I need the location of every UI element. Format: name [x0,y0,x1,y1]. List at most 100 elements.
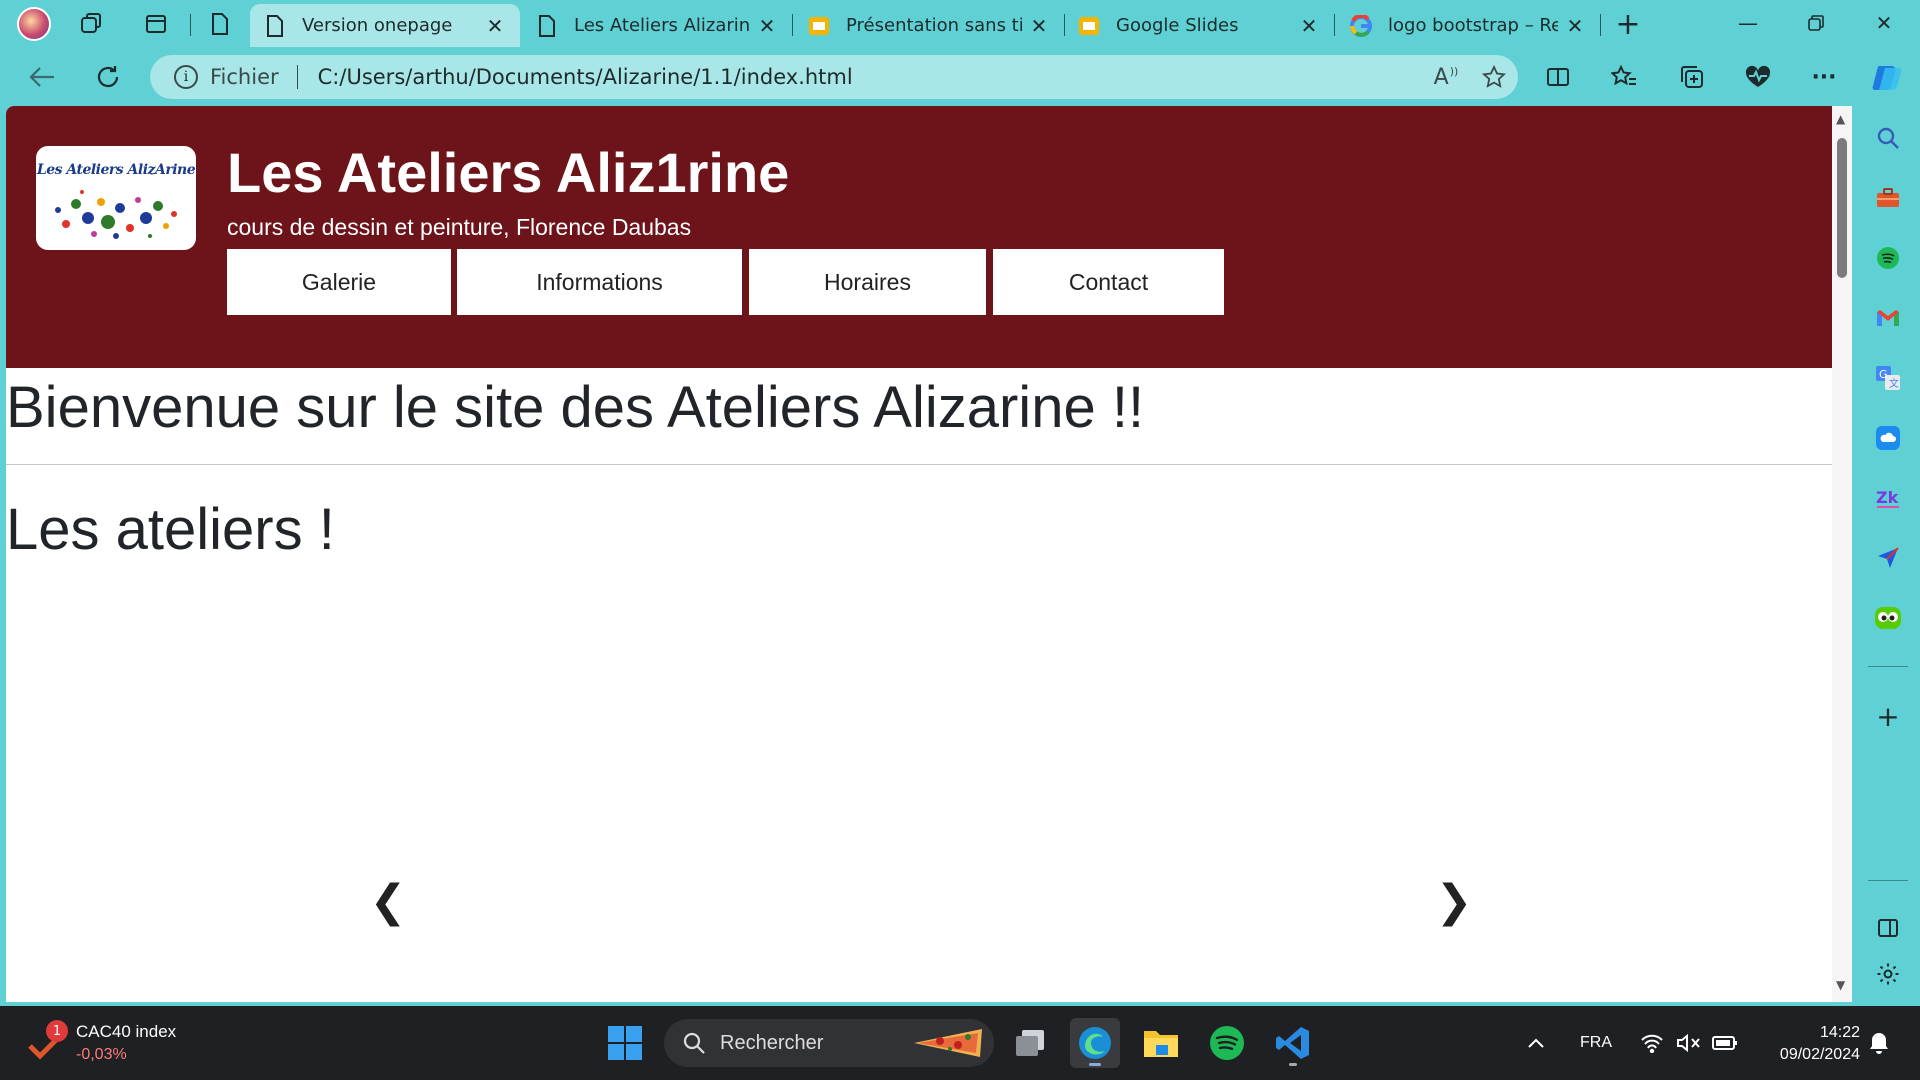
back-icon[interactable] [20,57,64,97]
svg-text:G: G [1879,368,1888,381]
page-scrollbar[interactable]: ▲ ▼ [1832,106,1852,1002]
site-subtitle: cours de dessin et peinture, Florence Da… [227,214,692,240]
tab-title: Google Slides [1116,15,1239,36]
folder-icon [1144,1031,1178,1057]
taskbar-search[interactable]: Rechercher [664,1019,994,1067]
google-icon [1350,14,1372,37]
tab-logo-bootstrap[interactable]: logo bootstrap – Recherche ✕ [1336,4,1600,47]
close-tab-icon[interactable]: ✕ [484,14,506,38]
widget-name: CAC40 index [76,1022,177,1041]
tab-version-onepage[interactable]: Version onepage ✕ [250,4,520,47]
collections-icon[interactable] [1670,57,1714,97]
tab-presentation[interactable]: Présentation sans titre ✕ [794,4,1064,47]
tab-actions-icon[interactable] [136,6,176,42]
close-tab-icon[interactable]: ✕ [756,14,778,38]
spotify-icon[interactable] [1874,244,1902,272]
more-menu-icon[interactable]: ··· [1802,57,1846,97]
tab-title: Version onepage [302,15,453,36]
favorite-star-icon[interactable] [1470,57,1518,97]
file-explorer-button[interactable] [1136,1018,1186,1068]
vscode-taskbar-button[interactable] [1268,1018,1318,1068]
show-hidden-icons-icon[interactable] [1526,1006,1546,1080]
task-view-icon [1016,1030,1044,1056]
favorites-icon[interactable] [1602,57,1646,97]
divider [6,464,1832,465]
address-bar[interactable]: i Fichier C:/Users/arthu/Documents/Aliza… [150,55,1518,99]
cloud-icon[interactable] [1874,424,1902,452]
read-aloud-icon[interactable]: A)) [1422,57,1470,97]
address-url[interactable]: C:/Users/arthu/Documents/Alizarine/1.1/i… [318,65,1422,89]
windows-taskbar: 1 CAC40 index -0,03% Rechercher FRA 14:2… [0,1006,1920,1080]
translate-icon[interactable]: G文 [1874,364,1902,392]
search-icon[interactable] [1874,124,1902,152]
address-scheme: Fichier [210,65,279,89]
taskbar-clock[interactable]: 14:22 09/02/2024 [1760,1022,1860,1066]
settings-gear-icon[interactable] [1874,960,1902,988]
toolbox-icon[interactable] [1874,184,1902,212]
widget-value: -0,03% [76,1046,127,1063]
notification-badge: 1 [46,1020,68,1042]
scroll-down-icon[interactable]: ▼ [1836,978,1845,992]
minimize-icon[interactable]: — [1714,0,1782,46]
nav-horaires[interactable]: Horaires [749,249,986,315]
close-tab-icon[interactable]: ✕ [1028,14,1050,38]
page-viewport: Les Ateliers AlizArine Les Ateliers Aliz… [6,106,1852,1002]
scroll-up-icon[interactable]: ▲ [1836,112,1845,126]
add-icon[interactable]: + [1874,700,1902,733]
battery-icon[interactable] [1712,1006,1738,1080]
tab-les-ateliers[interactable]: Les Ateliers Alizarine ✕ [522,4,792,47]
task-view-button[interactable] [1006,1018,1056,1068]
tab-title: logo bootstrap – Recherche [1388,15,1558,36]
site-logo[interactable]: Les Ateliers AlizArine [36,146,196,250]
edge-sidebar: G文 Zk + [1856,106,1920,1006]
windows-icon [608,1026,642,1060]
app-icon[interactable]: Zk [1874,484,1902,512]
svg-text:文: 文 [1889,377,1899,390]
tab-title: Les Ateliers Alizarine [574,15,750,36]
nav-galerie[interactable]: Galerie [227,249,451,315]
start-button[interactable] [600,1018,650,1068]
page-heading: Bienvenue sur le site des Ateliers Aliza… [6,375,1145,440]
profile-avatar[interactable] [14,6,54,42]
browser-essentials-icon[interactable] [1736,57,1780,97]
edge-taskbar-button[interactable] [1070,1018,1120,1068]
spotify-taskbar-button[interactable] [1202,1018,1252,1068]
close-tab-icon[interactable]: ✕ [1298,14,1320,38]
close-window-icon[interactable]: ✕ [1850,0,1918,46]
tab-google-slides[interactable]: Google Slides ✕ [1064,4,1334,47]
section-title: Les ateliers ! [6,497,335,562]
nav-informations[interactable]: Informations [457,249,742,315]
restore-icon[interactable] [1782,0,1850,46]
logo-text: Les Ateliers AlizArine [36,162,196,178]
site-header: Les Ateliers AlizArine Les Ateliers Aliz… [6,106,1832,368]
svg-text:Zk: Zk [1876,488,1899,507]
language-indicator[interactable]: FRA [1580,1006,1612,1080]
page-icon [536,14,558,37]
nav-contact[interactable]: Contact [993,249,1224,315]
notifications-bell-icon[interactable] [1868,1006,1890,1080]
vertical-tabs-icon[interactable] [200,6,240,42]
duolingo-icon[interactable] [1874,604,1902,632]
stock-widget[interactable]: 1 CAC40 index -0,03% [28,1020,248,1068]
paint-splash-icon [55,190,177,239]
info-icon[interactable]: i [174,65,198,89]
spotify-icon [1210,1026,1244,1060]
scroll-thumb[interactable] [1837,138,1847,278]
wifi-icon[interactable] [1640,1006,1664,1080]
gmail-icon[interactable] [1874,304,1902,332]
new-tab-icon[interactable]: + [1608,6,1648,42]
tab-strip: Version onepage ✕ Les Ateliers Alizarine… [0,0,1920,47]
search-icon [683,1032,705,1054]
hide-sidebar-icon[interactable] [1874,914,1902,942]
tab-title: Présentation sans titre [846,15,1022,36]
close-tab-icon[interactable]: ✕ [1564,14,1586,38]
carousel-prev-button[interactable]: ❮ [368,876,408,927]
split-screen-icon[interactable] [1536,57,1580,97]
carousel-next-button[interactable]: ❯ [1434,876,1474,927]
refresh-icon[interactable] [86,57,130,97]
clock-date: 09/02/2024 [1779,1046,1860,1063]
send-icon[interactable] [1874,544,1902,572]
copilot-icon[interactable] [1866,57,1910,97]
volume-muted-icon[interactable] [1676,1006,1702,1080]
workspaces-icon[interactable] [72,6,112,42]
